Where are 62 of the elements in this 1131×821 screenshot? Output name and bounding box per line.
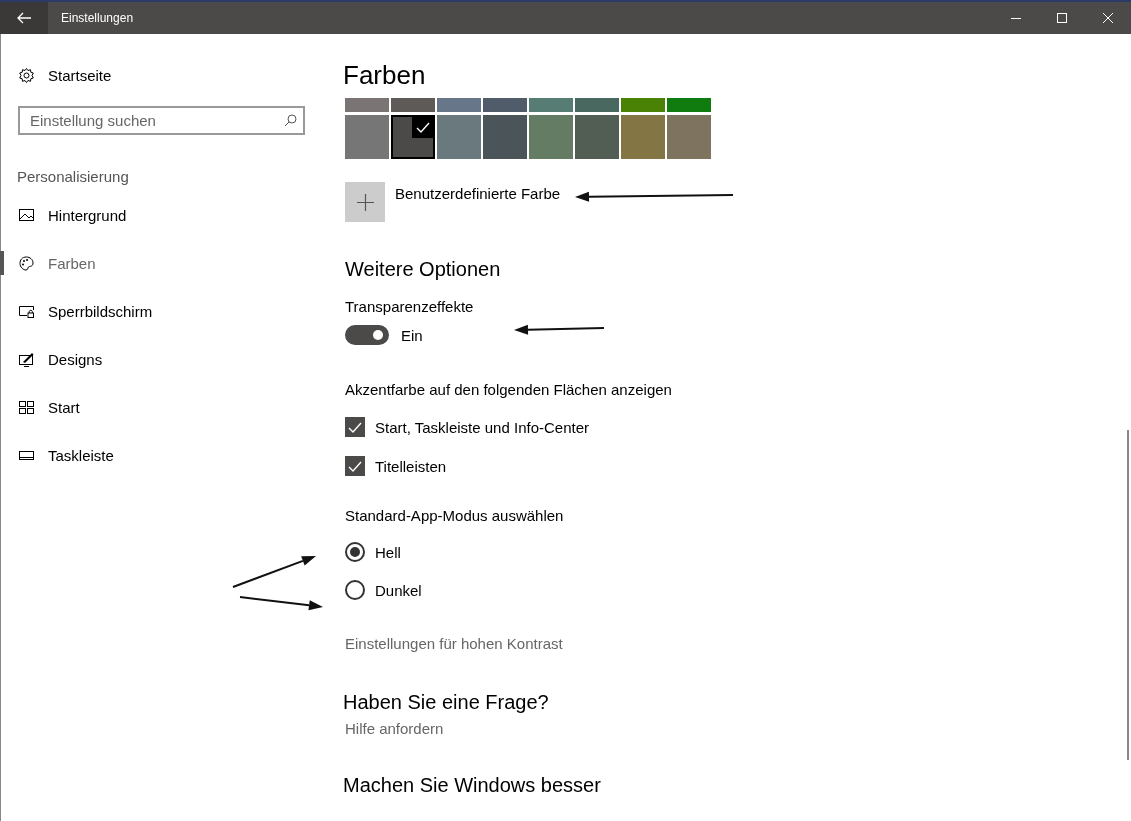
nav-item[interactable]: Taskleiste: [1, 443, 330, 467]
tiles-icon: [18, 398, 35, 416]
maximize-icon: [1057, 13, 1067, 23]
nav-item[interactable]: Designs: [1, 347, 330, 371]
search-field[interactable]: Einstellung suchen: [18, 106, 305, 135]
checkmark-icon: [415, 122, 430, 133]
checkmark-icon: [348, 421, 362, 433]
gear-icon: [18, 66, 35, 84]
search-icon: [284, 114, 297, 127]
setting-label: Transparenzeffekte: [345, 298, 474, 315]
section-heading: Machen Sie Windows besser: [343, 773, 601, 797]
section-heading: Weitere Optionen: [345, 257, 501, 281]
color-swatch[interactable]: [345, 115, 389, 159]
section-heading: Haben Sie eine Frage?: [343, 690, 549, 714]
nav-item[interactable]: Hintergrund: [1, 203, 330, 227]
radio-button[interactable]: [345, 542, 365, 562]
color-swatch[interactable]: [529, 115, 573, 159]
color-swatch[interactable]: [575, 115, 619, 159]
color-swatch[interactable]: [667, 115, 711, 159]
checkbox-option[interactable]: Start, Taskleiste und Info-Center: [345, 417, 589, 437]
setting-label: Akzentfarbe auf den folgenden Flächen anzeigen: [345, 381, 672, 398]
setting-label: Standard-App-Modus auswählen: [345, 507, 564, 524]
page-heading: Farben: [343, 60, 426, 90]
toggle-state-label: Ein: [401, 326, 423, 344]
custom-color-label[interactable]: Benutzerdefinierte Farbe: [395, 185, 561, 202]
nav-item[interactable]: Farben: [1, 251, 330, 275]
checkbox[interactable]: [345, 456, 365, 476]
radio-option[interactable]: Dunkel: [345, 580, 422, 600]
section-label: Personalisierung: [17, 168, 129, 185]
color-swatch[interactable]: [437, 98, 481, 112]
back-arrow-icon: [16, 11, 32, 25]
color-swatch[interactable]: [621, 115, 665, 159]
checkbox[interactable]: [345, 417, 365, 437]
window-title: Einstellungen: [61, 11, 135, 25]
toggle-switch[interactable]: [345, 325, 389, 345]
radio-button[interactable]: [345, 580, 365, 600]
color-swatch[interactable]: [483, 115, 527, 159]
color-swatch[interactable]: [575, 98, 619, 112]
nav-item[interactable]: Start: [1, 395, 330, 419]
add-color-button[interactable]: [345, 182, 385, 222]
color-swatch[interactable]: [621, 98, 665, 112]
radio-option[interactable]: Hell: [345, 542, 401, 562]
color-swatch[interactable]: [437, 115, 481, 159]
landscape-picture-icon: [18, 206, 35, 224]
color-swatch[interactable]: [345, 98, 389, 112]
color-swatch[interactable]: [391, 115, 435, 159]
plus-icon: [356, 193, 374, 211]
color-swatch[interactable]: [529, 98, 573, 112]
help-link[interactable]: Hilfe anfordern: [345, 720, 444, 737]
color-swatch[interactable]: [391, 98, 435, 112]
back-button[interactable]: [0, 2, 48, 34]
checkbox-option[interactable]: Titelleisten: [345, 456, 447, 476]
color-swatch[interactable]: [667, 98, 711, 112]
nav-item[interactable]: Sperrbildschirm: [1, 299, 330, 323]
scrollbar[interactable]: [1127, 430, 1129, 760]
home-nav-item[interactable]: Startseite: [1, 63, 330, 87]
palette-icon: [18, 254, 35, 272]
color-swatch[interactable]: [483, 98, 527, 112]
monitor-brush-icon: [18, 350, 35, 368]
checkmark-icon: [348, 460, 362, 472]
contrast-settings-link[interactable]: Einstellungen für hohen Kontrast: [345, 635, 563, 652]
close-icon: [1103, 13, 1113, 23]
